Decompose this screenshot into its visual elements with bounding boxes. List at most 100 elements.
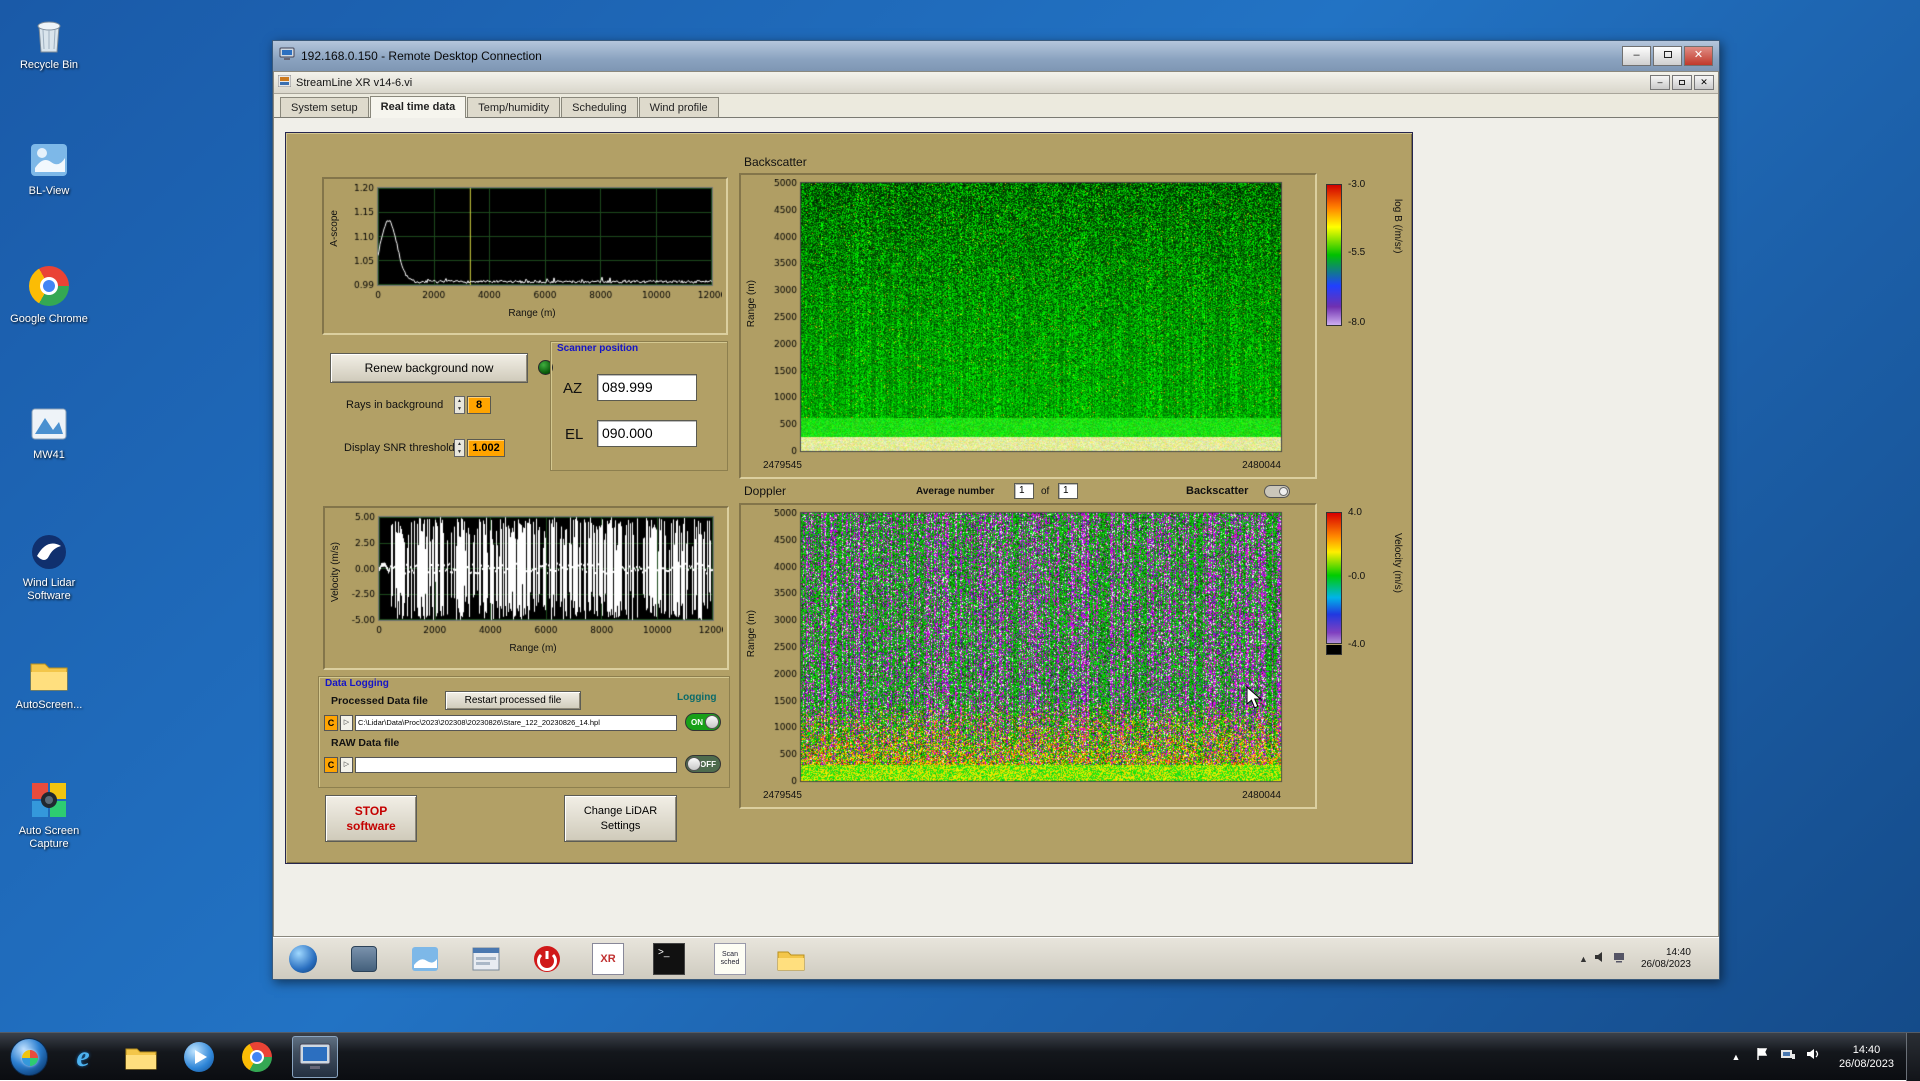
app-titlebar[interactable]: StreamLine XR v14-6.vi – ✕ [274, 72, 1718, 94]
remote-scan-sched-icon[interactable]: Scansched [714, 943, 746, 975]
az-value-field[interactable]: 089.999 [597, 374, 697, 401]
processed-logging-toggle[interactable]: ON [685, 713, 721, 731]
taskbar-media-player-icon[interactable] [176, 1036, 222, 1078]
desktop-icon-auto-screen-capture[interactable]: Auto Screen Capture [6, 778, 92, 851]
taskbar-clock[interactable]: 14:40 26/08/2023 [1839, 1043, 1894, 1071]
desktop-icon-wind-lidar[interactable]: Wind Lidar Software [6, 530, 92, 603]
app-restore-button[interactable] [1672, 75, 1692, 90]
start-button[interactable] [10, 1038, 48, 1076]
raw-browse-button[interactable]: ▷ [340, 757, 353, 773]
remote-browser-icon[interactable] [287, 943, 319, 975]
desktop-icon-bl-view[interactable]: BL-View [6, 138, 92, 198]
rdp-window-title: 192.168.0.150 - Remote Desktop Connectio… [301, 49, 1620, 63]
tab-page-real-time-data: A-scope Range (m) Renew background now R… [274, 118, 1718, 936]
tab-scheduling[interactable]: Scheduling [561, 97, 637, 117]
remote-volume-icon[interactable] [1594, 950, 1608, 968]
remote-window-icon[interactable] [470, 943, 502, 975]
backscatter-doppler-toggle[interactable] [1264, 485, 1290, 498]
tab-real-time-data[interactable]: Real time data [370, 96, 467, 118]
raw-logging-toggle[interactable]: OFF [685, 755, 721, 773]
desktop-icon-autoscreen-folder[interactable]: AutoScreen... [6, 652, 92, 712]
wind-lidar-icon [27, 530, 71, 574]
raw-data-file-label: RAW Data file [331, 737, 399, 749]
rdp-titlebar[interactable]: 192.168.0.150 - Remote Desktop Connectio… [273, 41, 1719, 71]
remote-power-icon[interactable] [531, 943, 563, 975]
snr-spinner[interactable]: ▲▼ [454, 439, 465, 457]
scanner-position-title: Scanner position [557, 343, 638, 354]
backscatter-colorbar-mid: -5.5 [1348, 247, 1365, 258]
folder-icon [27, 652, 71, 696]
doppler-x-end: 2480044 [1242, 790, 1281, 801]
rays-spinner[interactable]: ▲▼ [454, 396, 465, 414]
remote-folder-icon[interactable] [775, 943, 807, 975]
snr-threshold-label: Display SNR threshold [344, 442, 455, 454]
raw-drive-button[interactable]: C [324, 757, 338, 773]
rdp-maximize-button[interactable] [1653, 46, 1682, 66]
network-icon[interactable] [1777, 1047, 1799, 1066]
ascope-x-axis-label: Range (m) [508, 308, 555, 319]
remote-network-icon[interactable] [1613, 950, 1627, 968]
mw41-icon [27, 402, 71, 446]
rdp-window: 192.168.0.150 - Remote Desktop Connectio… [272, 40, 1720, 980]
remote-hidden-icons-arrow[interactable]: ▲ [1579, 954, 1588, 964]
remote-terminal-icon[interactable]: >_ [653, 943, 685, 975]
el-value-field[interactable]: 090.000 [597, 420, 697, 447]
app-close-button[interactable]: ✕ [1694, 75, 1714, 90]
logging-label: Logging [677, 692, 716, 703]
rays-value-field[interactable]: 8 [467, 396, 491, 414]
desktop-icon-recycle-bin[interactable]: Recycle Bin [6, 12, 92, 72]
scanner-position-group: Scanner position AZ 089.999 EL 090.000 [550, 341, 728, 471]
remote-blview-icon[interactable] [409, 943, 441, 975]
restart-processed-file-button[interactable]: Restart processed file [445, 691, 581, 710]
desktop-icon-google-chrome[interactable]: Google Chrome [6, 264, 92, 326]
app-window: StreamLine XR v14-6.vi – ✕ System setup … [273, 71, 1719, 937]
average-total-field[interactable]: 1 [1058, 483, 1078, 499]
taskbar-internet-explorer-icon[interactable]: e [60, 1036, 106, 1078]
velocity-canvas [343, 512, 723, 642]
show-desktop-button[interactable] [1906, 1033, 1920, 1081]
doppler-y-axis-label: Range (m) [746, 610, 757, 657]
backscatter-colorbar: -3.0 -5.5 -8.0 [1326, 179, 1402, 335]
desktop-icon-mw41[interactable]: MW41 [6, 402, 92, 462]
doppler-x-start: 2479545 [763, 790, 802, 801]
doppler-colorbar-axis-label: Velocity (m/s) [1392, 533, 1403, 593]
average-number-label: Average number [916, 486, 995, 497]
average-number-field[interactable]: 1 [1014, 483, 1034, 499]
doppler-colorbar: 4.0 -0.0 -4.0 [1326, 507, 1402, 663]
tab-system-setup[interactable]: System setup [280, 97, 369, 117]
doppler-title: Doppler [744, 484, 786, 498]
rdp-minimize-button[interactable]: – [1622, 46, 1651, 66]
action-center-flag-icon[interactable] [1751, 1047, 1773, 1066]
processed-path-field[interactable]: C:\Lidar\Data\Proc\2023\202308\20230826\… [355, 715, 677, 731]
chrome-icon [27, 266, 71, 310]
volume-icon[interactable] [1803, 1047, 1825, 1066]
data-logging-group: Data Logging Processed Data file Restart… [318, 676, 730, 788]
recycle-bin-icon [27, 12, 71, 56]
processed-drive-button[interactable]: C [324, 715, 338, 731]
taskbar-chrome-icon[interactable] [234, 1036, 280, 1078]
remote-xr-app-icon[interactable]: XR [592, 943, 624, 975]
ascope-canvas [342, 183, 722, 307]
hidden-icons-arrow[interactable]: ▲ [1725, 1052, 1747, 1062]
taskbar-explorer-icon[interactable] [118, 1036, 164, 1078]
stop-software-button[interactable]: STOPsoftware [325, 795, 417, 842]
backscatter-y-axis-label: Range (m) [746, 280, 757, 327]
velocity-x-axis-label: Range (m) [509, 643, 556, 654]
tab-wind-profile[interactable]: Wind profile [639, 97, 719, 117]
app-icon [278, 74, 291, 92]
taskbar-remote-desktop-icon[interactable] [292, 1036, 338, 1078]
change-lidar-settings-button[interactable]: Change LiDARSettings [564, 795, 677, 842]
ascope-y-axis-label: A-scope [329, 210, 340, 247]
app-minimize-button[interactable]: – [1650, 75, 1670, 90]
raw-path-field[interactable] [355, 757, 677, 773]
processed-browse-button[interactable]: ▷ [340, 715, 353, 731]
doppler-canvas [761, 509, 1283, 789]
snr-value-field[interactable]: 1.002 [467, 439, 505, 457]
tab-temp-humidity[interactable]: Temp/humidity [467, 97, 560, 117]
renew-background-button[interactable]: Renew background now [330, 353, 528, 383]
remote-app-icon[interactable] [348, 943, 380, 975]
remote-clock[interactable]: 14:40 26/08/2023 [1641, 947, 1691, 971]
az-label: AZ [563, 380, 582, 397]
backscatter-plot-frame: Range (m) 2479545 2480044 [739, 173, 1317, 479]
rdp-close-button[interactable]: ✕ [1684, 46, 1713, 66]
